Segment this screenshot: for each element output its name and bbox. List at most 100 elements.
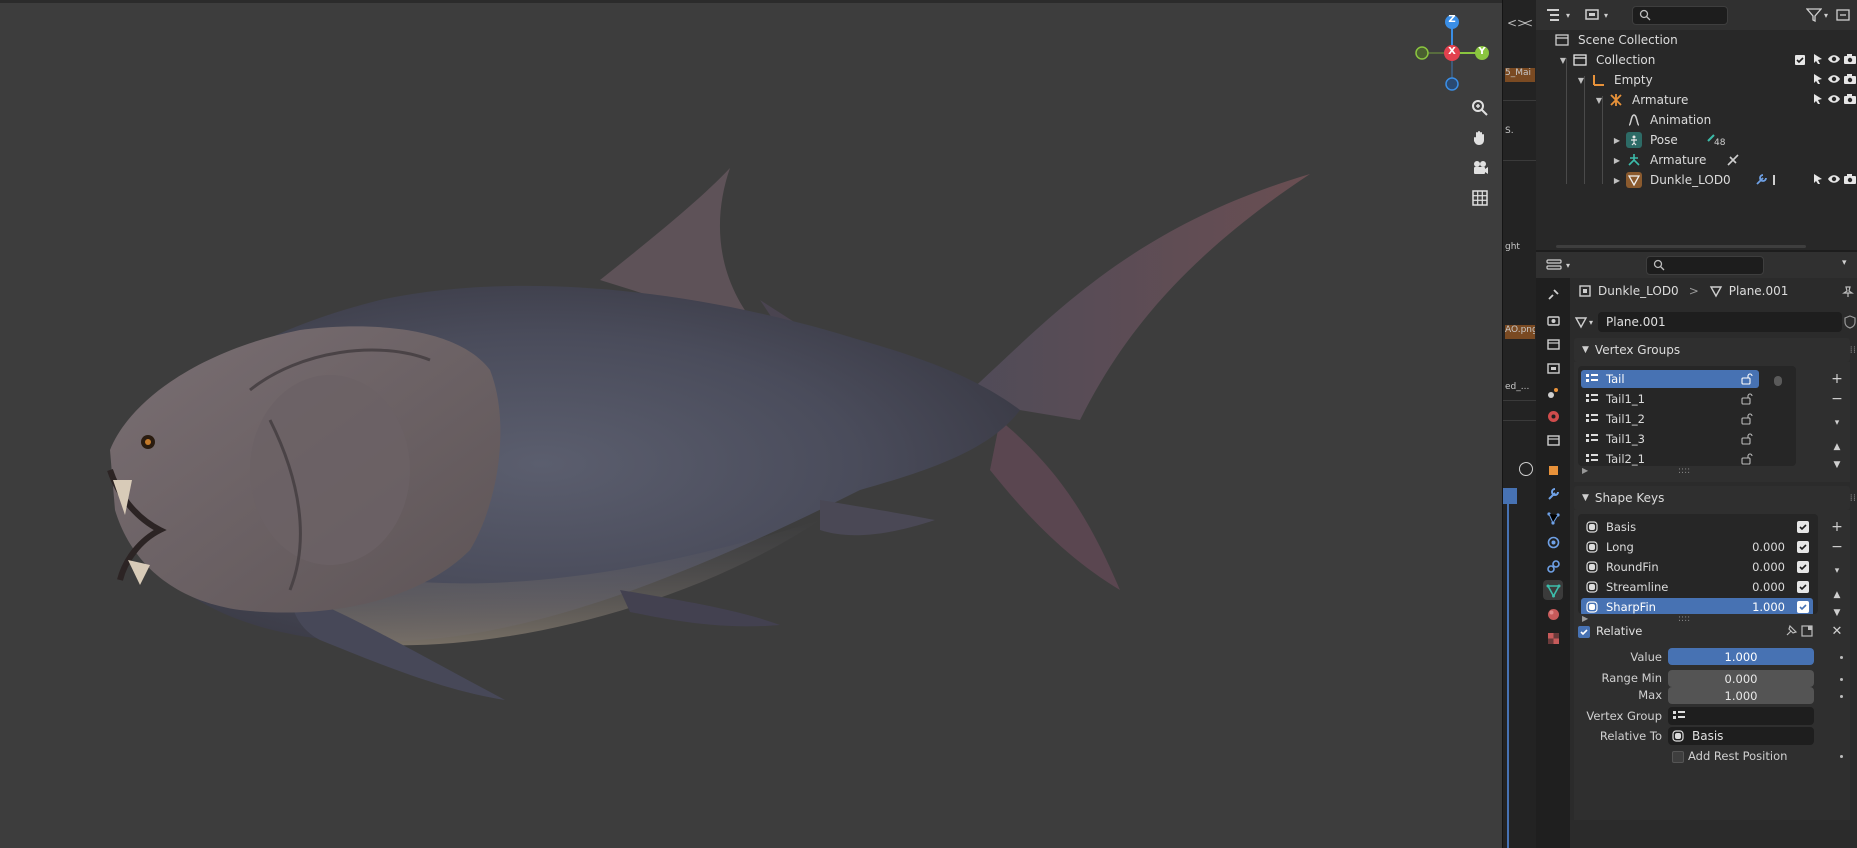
image-tab-1[interactable]: 5_Mai: [1505, 68, 1535, 82]
vertex-group-item[interactable]: Tail1_3: [1581, 430, 1759, 448]
move-down-button[interactable]: ▼: [1828, 456, 1846, 474]
outliner[interactable]: ▾ ▾ ▾ Scene Collection ▼ Collection ▼ Em…: [1536, 0, 1857, 250]
image-tab-2[interactable]: S.: [1505, 126, 1535, 140]
vertex-group-specials-button[interactable]: ▾: [1828, 414, 1846, 432]
list-scrollbar[interactable]: [1774, 376, 1782, 386]
select-arrow-icon[interactable]: [1811, 52, 1825, 66]
remove-shape-key-button[interactable]: −: [1828, 538, 1846, 556]
resize-grip-icon[interactable]: ::::: [1678, 614, 1690, 624]
outliner-row-pose[interactable]: ▶ Pose 48: [1536, 130, 1857, 150]
tab-physics[interactable]: [1543, 532, 1563, 552]
shape-key-value[interactable]: 1.000: [1752, 600, 1785, 614]
vertex-group-item[interactable]: Tail1_2: [1581, 410, 1759, 428]
tab-world[interactable]: [1543, 406, 1563, 426]
shape-key-value[interactable]: 0.000: [1752, 540, 1785, 554]
editor-type-button[interactable]: ▾: [1546, 255, 1570, 275]
outliner-row-collection[interactable]: ▼ Collection: [1536, 50, 1857, 70]
shape-key-specials-button[interactable]: ▾: [1828, 562, 1846, 580]
move-down-button[interactable]: ▼: [1828, 604, 1846, 622]
pan-hand-icon[interactable]: [1466, 124, 1494, 152]
vertex-group-list[interactable]: Tail Tail1_1 Tail1_2 Tail1_3 Tail2_1: [1578, 366, 1796, 466]
outliner-row-armature[interactable]: ▼ Armature: [1536, 90, 1857, 110]
expand-triangle-icon[interactable]: ▶: [1612, 176, 1622, 185]
add-vertex-group-button[interactable]: +: [1828, 370, 1846, 388]
unlock-icon[interactable]: [1741, 413, 1753, 425]
clock-icon[interactable]: [1519, 462, 1533, 476]
chevron-left-icon[interactable]: <: [1523, 16, 1533, 30]
expand-triangle-icon[interactable]: ▶: [1612, 136, 1622, 145]
tab-modifiers[interactable]: [1543, 484, 1563, 504]
datablock-browse-button[interactable]: ▾: [1574, 312, 1596, 332]
select-arrow-icon[interactable]: [1811, 172, 1825, 186]
display-mode-button[interactable]: ▾: [1584, 5, 1608, 25]
tab-collection[interactable]: [1543, 430, 1563, 450]
image-tab-4[interactable]: AO.png: [1505, 325, 1535, 339]
new-collection-button[interactable]: [1836, 5, 1852, 25]
expand-triangle-icon[interactable]: ▶: [1612, 156, 1622, 165]
tab-view-layer[interactable]: [1543, 358, 1563, 378]
unlock-icon[interactable]: [1741, 453, 1753, 465]
mute-checkbox[interactable]: [1797, 521, 1809, 533]
expand-triangle-icon[interactable]: ▼: [1576, 76, 1586, 85]
image-tab-5[interactable]: ed_...: [1505, 382, 1535, 396]
move-up-button[interactable]: ▲: [1828, 586, 1846, 604]
camera-icon[interactable]: [1843, 172, 1857, 186]
checkbox-icon[interactable]: [1793, 53, 1807, 67]
3d-viewport[interactable]: Z Y X: [0, 0, 1502, 848]
mute-checkbox[interactable]: [1797, 581, 1809, 593]
add-shape-key-button[interactable]: +: [1828, 518, 1846, 536]
vertex-group-item[interactable]: Tail2_1: [1581, 450, 1759, 466]
shape-keys-panel-header[interactable]: ▼ Shape Keys ⁞⁞: [1574, 486, 1856, 510]
edit-mode-toggle-icon[interactable]: [1800, 624, 1814, 638]
outliner-row-scene-collection[interactable]: Scene Collection: [1536, 30, 1857, 50]
eye-icon[interactable]: [1827, 92, 1841, 106]
clear-shape-key-button[interactable]: ✕: [1828, 622, 1846, 640]
remove-vertex-group-button[interactable]: −: [1828, 390, 1846, 408]
keyframe-dot[interactable]: [1840, 678, 1843, 681]
camera-icon[interactable]: [1843, 52, 1857, 66]
shape-key-list[interactable]: Basis Long 0.000 RoundFin 0.000 Streamli…: [1578, 514, 1818, 614]
tab-output[interactable]: [1543, 334, 1563, 354]
camera-icon[interactable]: [1843, 92, 1857, 106]
tab-particles[interactable]: [1543, 508, 1563, 528]
tab-render[interactable]: [1543, 310, 1563, 330]
tab-tool[interactable]: [1543, 284, 1563, 304]
move-up-button[interactable]: ▲: [1828, 438, 1846, 456]
chevron-down-icon[interactable]: ▾: [1842, 258, 1847, 268]
shape-key-value[interactable]: 0.000: [1752, 580, 1785, 594]
fish-model[interactable]: [0, 0, 1502, 848]
select-arrow-icon[interactable]: [1811, 72, 1825, 86]
expand-filter-icon[interactable]: ▶: [1582, 614, 1588, 623]
side-editor-strip[interactable]: <> < 5_Mai S. ght AO.png ed_...: [1502, 0, 1537, 848]
tab-texture[interactable]: [1543, 628, 1563, 648]
more-icon[interactable]: [1770, 173, 1778, 187]
mesh-name-field[interactable]: Plane.001: [1598, 312, 1842, 332]
relative-to-field[interactable]: Basis: [1668, 727, 1814, 745]
range-max-field[interactable]: 1.000: [1668, 687, 1814, 704]
shape-key-item[interactable]: Streamline 0.000: [1581, 578, 1813, 596]
vertex-group-item[interactable]: Tail: [1581, 370, 1759, 388]
outliner-row-armature-data[interactable]: ▶ Armature: [1536, 150, 1857, 170]
vertex-group-field[interactable]: [1668, 707, 1814, 725]
resize-grip-icon[interactable]: ::::: [1678, 466, 1690, 476]
keyframe-dot[interactable]: [1840, 755, 1843, 758]
expand-triangle-icon[interactable]: ▼: [1594, 96, 1604, 105]
outliner-row-empty[interactable]: ▼ Empty: [1536, 70, 1857, 90]
camera-view-icon[interactable]: [1466, 154, 1494, 182]
mute-checkbox[interactable]: [1797, 561, 1809, 573]
keyframe-dot[interactable]: [1840, 656, 1843, 659]
shape-pin-icon[interactable]: [1784, 624, 1798, 638]
tab-object[interactable]: [1543, 460, 1563, 480]
tab-material[interactable]: [1543, 604, 1563, 624]
mute-checkbox[interactable]: [1797, 601, 1809, 613]
pin-icon[interactable]: [1842, 286, 1854, 298]
filter-button[interactable]: ▾: [1806, 5, 1828, 25]
drag-handle-icon[interactable]: ⁞⁞: [1850, 345, 1856, 356]
shape-key-value[interactable]: 0.000: [1752, 560, 1785, 574]
outliner-search-input[interactable]: [1632, 6, 1728, 25]
select-arrow-icon[interactable]: [1811, 92, 1825, 106]
shape-key-item[interactable]: RoundFin 0.000: [1581, 558, 1813, 576]
outliner-scrollbar[interactable]: [1556, 245, 1806, 248]
tab-mesh-data[interactable]: [1543, 580, 1563, 600]
unlock-icon[interactable]: [1741, 433, 1753, 445]
